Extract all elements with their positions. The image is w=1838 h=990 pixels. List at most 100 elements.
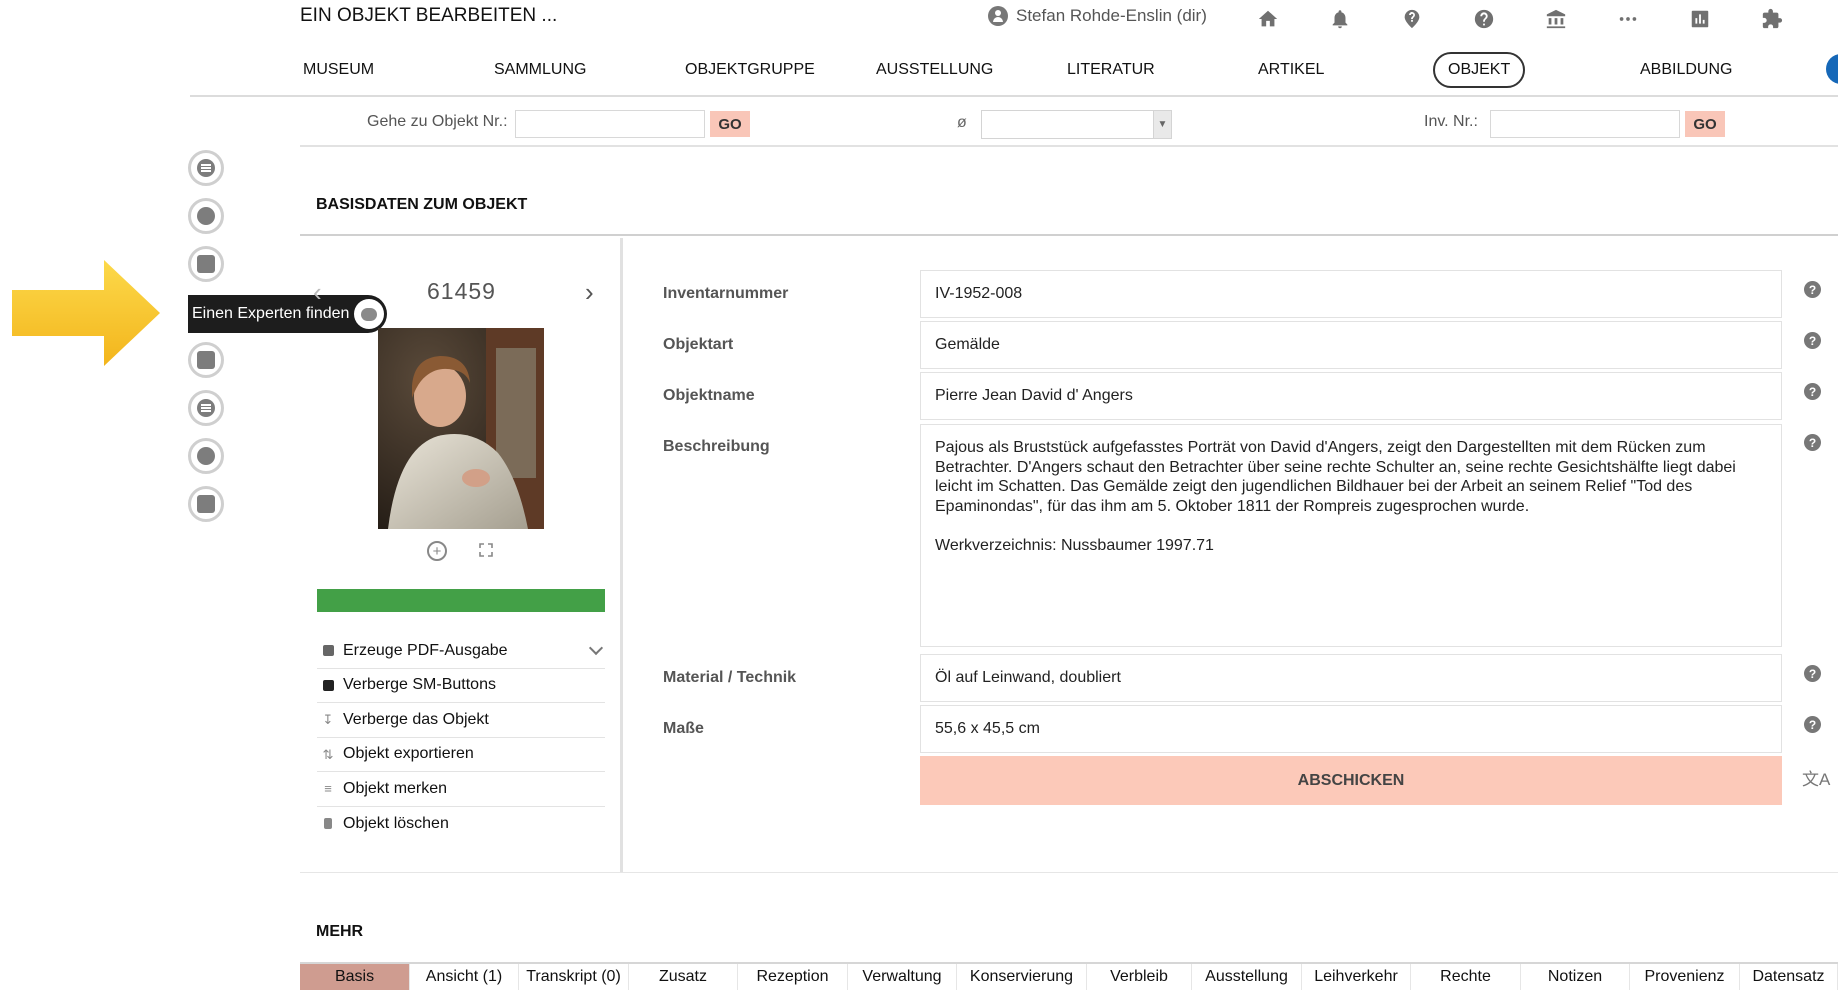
objektname-field[interactable]: Pierre Jean David d' Angers — [920, 372, 1782, 420]
pdf-icon — [321, 644, 335, 658]
search-divider — [300, 145, 1838, 147]
label-objektname: Objektname — [663, 387, 755, 404]
chevron-right-icon[interactable]: › — [585, 277, 594, 308]
action-delete[interactable]: Objekt löschen — [317, 807, 605, 842]
nav-artikel[interactable]: ARTIKEL — [1258, 52, 1324, 88]
label-masse: Maße — [663, 720, 704, 737]
tab-konservierung[interactable]: Konservierung — [957, 964, 1087, 990]
object-actions: Erzeuge PDF-Ausgabe Verberge SM-Buttons … — [317, 634, 605, 841]
action-hide-sm-buttons[interactable]: Verberge SM-Buttons — [317, 669, 605, 703]
tab-ansicht[interactable]: Ansicht (1) — [410, 964, 519, 990]
rail-list-button[interactable] — [188, 150, 224, 186]
object-id: 61459 — [427, 278, 496, 304]
fullscreen-icon[interactable] — [479, 543, 493, 557]
nav-sammlung[interactable]: SAMMLUNG — [494, 52, 586, 88]
chevron-left-icon[interactable]: ‹ — [313, 277, 322, 308]
help-icon[interactable]: ? — [1804, 332, 1821, 349]
comment-icon — [197, 351, 215, 369]
playlist-add-icon: ≡ — [324, 781, 332, 797]
puzzle-icon[interactable] — [1736, 8, 1808, 30]
more-icon[interactable] — [1592, 8, 1664, 30]
download-icon: ↧ — [322, 712, 334, 728]
tab-verbleib[interactable]: Verbleib — [1087, 964, 1192, 990]
mehr-title: MEHR — [316, 923, 364, 940]
inv-nr-input[interactable] — [1490, 110, 1680, 138]
nav-divider — [190, 95, 1838, 97]
action-hide-object[interactable]: ↧ Verberge das Objekt — [317, 703, 605, 738]
objektart-field[interactable]: Gemälde — [920, 321, 1782, 369]
nav-objektgruppe[interactable]: OBJEKTGRUPPE — [685, 52, 815, 88]
nav-literatur[interactable]: LITERATUR — [1067, 52, 1155, 88]
bell-icon[interactable] — [1304, 8, 1376, 30]
stats-icon[interactable] — [1664, 8, 1736, 30]
museum-icon[interactable] — [1520, 8, 1592, 30]
main-nav: MUSEUM SAMMLUNG OBJEKTGRUPPE AUSSTELLUNG… — [300, 52, 1838, 88]
tab-zusatz[interactable]: Zusatz — [629, 964, 738, 990]
rail-globe-button[interactable] — [188, 198, 224, 234]
tab-notizen[interactable]: Notizen — [1521, 964, 1630, 990]
user-menu[interactable]: Stefan Rohde-Enslin (dir) — [988, 6, 1207, 26]
help-circle-icon[interactable] — [1448, 8, 1520, 30]
help-icon[interactable]: ? — [1804, 281, 1821, 298]
help-icon[interactable]: ? — [1804, 716, 1821, 733]
nav-abbildung[interactable]: ABBILDUNG — [1640, 52, 1732, 88]
tab-basis[interactable]: Basis — [300, 964, 410, 990]
label-material-technik: Material / Technik — [663, 669, 797, 686]
action-label: Verberge SM-Buttons — [343, 676, 496, 694]
section-divider — [300, 234, 1838, 236]
nav-museum[interactable]: MUSEUM — [303, 52, 374, 88]
help-icon[interactable]: ? — [1804, 383, 1821, 400]
panel-divider — [620, 238, 623, 872]
bookmark-icon — [197, 447, 215, 465]
zoom-in-icon[interactable]: + — [427, 541, 447, 561]
tooltip-text: Einen Experten finden — [192, 305, 350, 322]
notes-icon — [197, 399, 215, 417]
goto-go-button[interactable]: GO — [710, 111, 750, 137]
nav-objekt[interactable]: OBJEKT — [1433, 52, 1526, 88]
action-bookmark[interactable]: ≡ Objekt merken — [317, 772, 605, 807]
tab-verwaltung[interactable]: Verwaltung — [848, 964, 957, 990]
rail-notes-button[interactable] — [188, 390, 224, 426]
help-icon[interactable]: ? — [1804, 434, 1821, 451]
inv-go-button[interactable]: GO — [1685, 111, 1725, 137]
beschreibung-textarea[interactable]: Pajous als Bruststück aufgefasstes Portr… — [920, 424, 1782, 647]
tab-transkript[interactable]: Transkript (0) — [519, 964, 629, 990]
completion-progress-bar — [317, 589, 605, 612]
submit-button[interactable]: ABSCHICKEN — [920, 756, 1782, 805]
action-pdf[interactable]: Erzeuge PDF-Ausgabe — [317, 634, 605, 669]
basisdaten-title: BASISDATEN ZUM OBJEKT — [316, 196, 528, 213]
chevron-down-icon[interactable] — [588, 640, 604, 656]
action-label: Objekt merken — [343, 779, 448, 797]
globe-icon — [197, 207, 215, 225]
nav-ausstellung[interactable]: AUSSTELLUNG — [876, 52, 993, 88]
tab-provenienz[interactable]: Provenienz — [1630, 964, 1740, 990]
trash-icon — [321, 817, 335, 831]
material-technik-field[interactable]: Öl auf Leinwand, doubliert — [920, 654, 1782, 702]
rail-comment-button[interactable] — [188, 342, 224, 378]
account-icon — [988, 6, 1008, 26]
translate-icon[interactable]: 文A — [1802, 765, 1830, 790]
yellow-arrow-icon — [12, 260, 160, 366]
action-export[interactable]: ⇅ Objekt exportieren — [317, 738, 605, 772]
action-label: Verberge das Objekt — [343, 710, 489, 728]
masse-field[interactable]: 55,6 x 45,5 cm — [920, 705, 1782, 753]
object-image[interactable] — [378, 328, 544, 529]
help-icon[interactable] — [1376, 8, 1448, 30]
action-label: Erzeuge PDF-Ausgabe — [343, 641, 508, 659]
tab-rechte[interactable]: Rechte — [1411, 964, 1521, 990]
inventarnummer-field[interactable]: IV-1952-008 — [920, 270, 1782, 318]
home-icon[interactable] — [1232, 8, 1304, 30]
expert-tooltip[interactable]: Einen Experten finden — [188, 295, 388, 333]
help-icon[interactable]: ? — [1804, 665, 1821, 682]
filter-select[interactable]: ▼ — [981, 110, 1172, 139]
rail-sidebar-button[interactable] — [188, 486, 224, 522]
section-divider — [300, 872, 1838, 873]
rail-bookmark-button[interactable] — [188, 438, 224, 474]
tab-leihverkehr[interactable]: Leihverkehr — [1302, 964, 1411, 990]
goto-object-input[interactable] — [515, 110, 705, 138]
tab-datensatz[interactable]: Datensatz — [1740, 964, 1838, 990]
rail-qr-button[interactable] — [188, 246, 224, 282]
tab-ausstellung[interactable]: Ausstellung — [1192, 964, 1302, 990]
tab-rezeption[interactable]: Rezeption — [738, 964, 848, 990]
chat-bubbles-icon — [354, 299, 385, 329]
